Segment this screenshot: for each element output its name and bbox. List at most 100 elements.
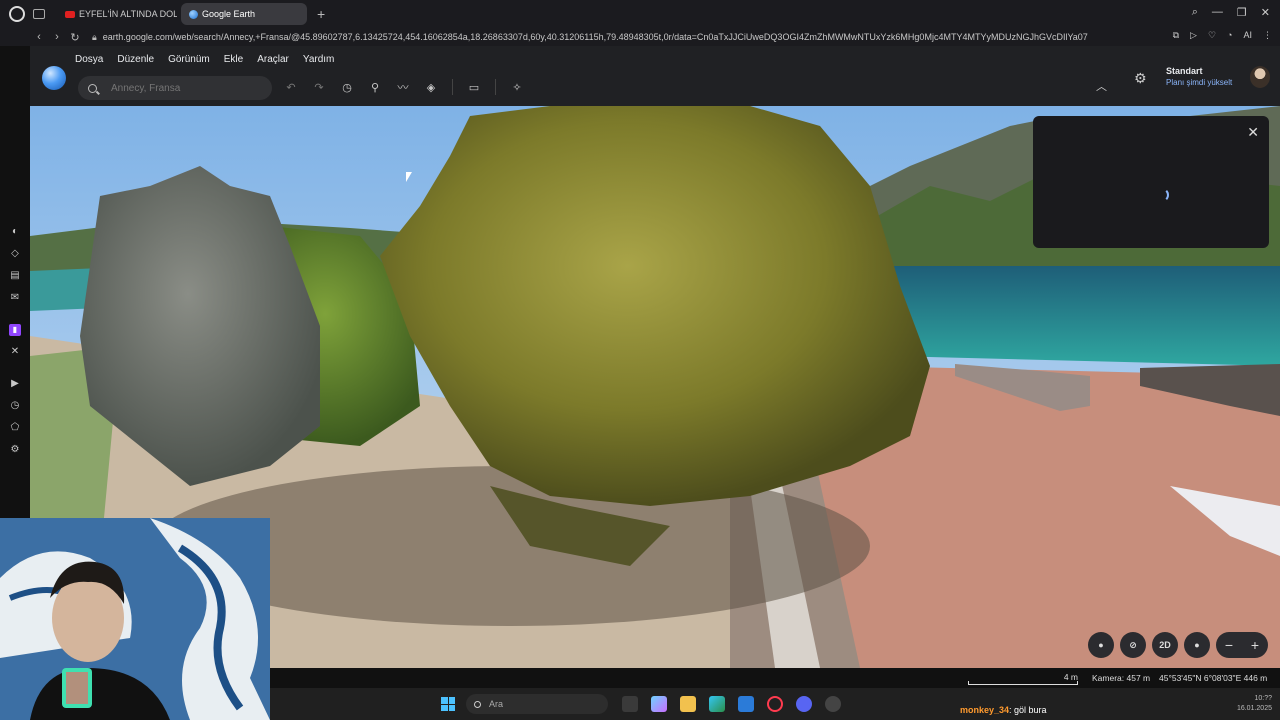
browser-tabbar: EYFEL'İN ALTINDA DOLAN Google Earth + ⌕ …	[0, 0, 1280, 28]
earth-search[interactable]	[78, 76, 272, 100]
sidebar-player-icon[interactable]: ▶	[9, 378, 21, 390]
steam-icon[interactable]	[825, 696, 841, 712]
sidebar-crypto-icon[interactable]: ◇	[9, 248, 21, 260]
zoom-controls: − +	[1216, 632, 1268, 658]
task-view-icon[interactable]	[622, 696, 638, 712]
plan-name: Standart	[1166, 66, 1203, 76]
plan-upgrade-link[interactable]: Planı şimdi yükselt	[1166, 78, 1232, 87]
url-field[interactable]: earth.google.com/web/search/Annecy,+Fran…	[103, 32, 1123, 42]
reload-icon[interactable]: ↻	[66, 31, 84, 44]
google-earth-icon	[189, 9, 198, 19]
camera-altitude: Kamera: 457 m	[1092, 673, 1151, 683]
menu-araclar[interactable]: Araçlar	[257, 54, 289, 65]
google-earth-logo[interactable]	[42, 66, 66, 90]
profile-icon[interactable]: ◔	[1227, 30, 1232, 41]
taskbar-search-placeholder: Ara	[489, 699, 504, 709]
magic-tools-icon[interactable]: ✧	[508, 78, 526, 96]
sidebar-notes-icon[interactable]: ▤	[9, 270, 21, 282]
pegman-icon[interactable]: ●	[1088, 632, 1114, 658]
clock-time: 10:??	[1254, 695, 1272, 702]
plan-info[interactable]: Standart Planı şimdi yükselt	[1166, 66, 1232, 87]
menu-dosya[interactable]: Dosya	[75, 54, 103, 65]
sidebar-x-icon[interactable]: ✕	[9, 346, 21, 358]
sidebar-messenger-icon[interactable]: ✉	[9, 292, 21, 304]
windows-taskbar: Ara monkey_34: göl bura 10:?? 16.01.2025	[270, 688, 1280, 720]
webcam-feed	[0, 518, 270, 720]
copilot-icon[interactable]	[651, 696, 667, 712]
windows-start-icon[interactable]	[441, 697, 455, 711]
map-layers-icon[interactable]: ◈	[422, 78, 440, 96]
edge-icon[interactable]	[709, 696, 725, 712]
sidebar-settings-icon[interactable]: ⚙	[9, 444, 21, 456]
minimize-icon[interactable]: —	[1212, 6, 1223, 19]
forward-icon[interactable]: ›	[48, 31, 66, 43]
settings-icon[interactable]: ⚙	[1134, 70, 1147, 87]
taskbar-search[interactable]: Ara	[466, 694, 608, 714]
search-icon	[88, 83, 97, 93]
store-icon[interactable]	[738, 696, 754, 712]
zoom-in-button[interactable]: +	[1251, 637, 1259, 653]
collapse-toolbar-icon[interactable]: ︿	[1096, 78, 1107, 94]
view-mode-toggle[interactable]: 2D	[1152, 632, 1178, 658]
add-path-icon[interactable]: 〰	[394, 78, 412, 96]
loading-spinner-icon	[1155, 188, 1169, 202]
maximize-icon[interactable]: ❐	[1237, 6, 1247, 19]
map-status-bar: 4 m Kamera: 457 m 45°53'45"N 6°08'03"E 4…	[270, 668, 1280, 688]
reset-orientation-icon[interactable]: ⊘	[1120, 632, 1146, 658]
address-bar: ‹ › ↻ 🔒︎ earth.google.com/web/search/Ann…	[0, 28, 1280, 46]
webcam-overlay	[0, 518, 270, 720]
tab-google-earth[interactable]: Google Earth	[181, 3, 307, 25]
menu-icon[interactable]: ⋮	[1263, 30, 1272, 41]
system-clock[interactable]: 10:?? 16.01.2025	[1237, 694, 1272, 714]
sidebar-aria-icon[interactable]: ◐	[9, 226, 21, 238]
redo-icon[interactable]: ↷	[310, 78, 328, 96]
new-tab-button[interactable]: +	[317, 6, 325, 22]
measure-icon[interactable]: ▭	[465, 78, 483, 96]
menu-bar: Dosya Düzenle Görünüm Ekle Araçlar Yardı…	[75, 54, 334, 65]
chat-text: : göl bura	[1009, 705, 1047, 715]
opera-gx-icon[interactable]	[767, 696, 783, 712]
avatar[interactable]	[1250, 66, 1270, 88]
sidebar-twitch-icon[interactable]: ▮	[9, 324, 21, 336]
snapshot-icon[interactable]: ⧉	[1173, 30, 1179, 41]
map-controls: ● ⊘ 2D ● − +	[1088, 632, 1268, 658]
discord-icon[interactable]	[796, 696, 812, 712]
menu-ekle[interactable]: Ekle	[224, 54, 243, 65]
historical-imagery-icon[interactable]: ◷	[338, 78, 356, 96]
sidebar-extensions-icon[interactable]: ⬠	[9, 422, 21, 434]
ai-button[interactable]: AI	[1243, 30, 1252, 41]
tab-youtube-label: EYFEL'İN ALTINDA DOLAN	[79, 9, 177, 19]
add-placemark-icon[interactable]: ⚲	[366, 78, 384, 96]
sidebar-history-icon[interactable]: ◷	[9, 400, 21, 412]
earth-toolbar: Dosya Düzenle Görünüm Ekle Araçlar Yardı…	[30, 46, 1280, 106]
close-icon[interactable]: ✕	[1247, 124, 1259, 141]
search-icon	[474, 700, 481, 708]
toolbar-divider	[452, 79, 453, 95]
heart-icon[interactable]: ♡	[1208, 30, 1216, 41]
search-input[interactable]	[111, 82, 261, 94]
file-explorer-icon[interactable]	[680, 696, 696, 712]
cursor-coordinates: 45°53'45"N 6°08'03"E 446 m	[1159, 673, 1268, 683]
stream-chat-message: monkey_34: göl bura	[960, 705, 1047, 715]
workspace-icon[interactable]	[33, 9, 45, 19]
menu-duzenle[interactable]: Düzenle	[117, 54, 154, 65]
youtube-icon	[65, 10, 75, 18]
chat-username: monkey_34	[960, 705, 1010, 715]
back-icon[interactable]: ‹	[30, 31, 48, 43]
zoom-out-button[interactable]: −	[1225, 637, 1233, 653]
info-panel: ✕	[1033, 116, 1269, 248]
toolbar-divider	[495, 79, 496, 95]
tab-youtube[interactable]: EYFEL'İN ALTINDA DOLAN	[57, 3, 177, 25]
tab-google-earth-label: Google Earth	[202, 9, 256, 19]
clock-date: 16.01.2025	[1236, 705, 1272, 712]
play-icon[interactable]: ▷	[1190, 30, 1197, 41]
opera-icon[interactable]	[9, 6, 25, 22]
close-window-icon[interactable]: ✕	[1261, 6, 1270, 19]
lock-icon: 🔒︎	[92, 31, 97, 42]
undo-icon[interactable]: ↶	[282, 78, 300, 96]
browser-sidebar: ◐ ◇ ▤ ✉ ▮ ✕ ▶ ◷ ⬠ ⚙	[0, 46, 30, 518]
search-tabs-icon[interactable]: ⌕	[1192, 6, 1198, 19]
menu-gorunum[interactable]: Görünüm	[168, 54, 210, 65]
my-location-icon[interactable]: ●	[1184, 632, 1210, 658]
menu-yardim[interactable]: Yardım	[303, 54, 335, 65]
